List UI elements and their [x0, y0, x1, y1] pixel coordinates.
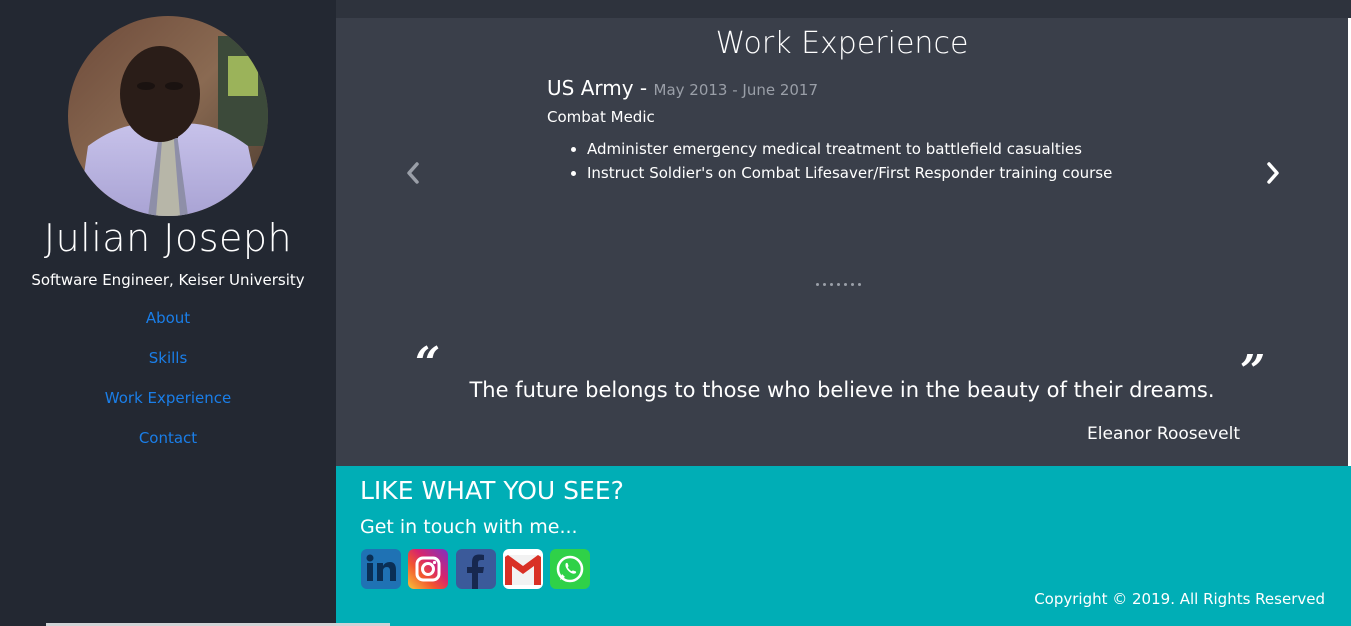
nav-work-experience[interactable]: Work Experience: [0, 389, 336, 407]
carousel-dot[interactable]: [844, 283, 847, 286]
sidebar: Julian Joseph Software Engineer, Keiser …: [0, 0, 336, 626]
whatsapp-icon[interactable]: [550, 549, 590, 589]
carousel-dot[interactable]: [830, 283, 833, 286]
carousel-prev-button[interactable]: [401, 158, 425, 188]
carousel-next-button[interactable]: [1261, 158, 1285, 188]
nav-contact[interactable]: Contact: [0, 429, 336, 447]
section-title: Work Experience: [715, 26, 969, 61]
nav-skills[interactable]: Skills: [0, 349, 336, 367]
job-dates: May 2013 - June 2017: [653, 81, 819, 99]
contact-heading: LIKE WHAT YOU SEE?: [360, 476, 624, 505]
profile-subtitle: Software Engineer, Keiser University: [31, 271, 305, 289]
avatar: [68, 16, 268, 216]
quote-author: Eleanor Roosevelt: [1087, 424, 1240, 444]
linkedin-icon[interactable]: [361, 549, 401, 589]
instagram-icon[interactable]: [408, 549, 448, 589]
carousel-dot[interactable]: [851, 283, 854, 286]
duty-item: Instruct Soldier's on Combat Lifesaver/F…: [587, 161, 1132, 185]
job-role: Combat Medic: [547, 108, 655, 126]
quote-text: The future belongs to those who believe …: [469, 378, 1215, 402]
carousel-dot[interactable]: [858, 283, 861, 286]
carousel-indicators: [816, 283, 861, 286]
top-strip: [336, 0, 1351, 18]
duties-list: Administer emergency medical treatment t…: [587, 137, 1132, 185]
job-separator: -: [633, 76, 654, 100]
job-organization: US Army - May 2013 - June 2017: [547, 76, 818, 100]
profile-name: Julian Joseph: [43, 216, 293, 260]
chevron-left-icon: [407, 162, 419, 184]
nav-about[interactable]: About: [0, 309, 336, 327]
copyright-text: Copyright © 2019. All Rights Reserved: [1034, 590, 1325, 608]
job-org-name: US Army: [547, 76, 634, 100]
gmail-icon[interactable]: [503, 549, 543, 589]
chevron-right-icon: [1267, 162, 1279, 184]
carousel-dot[interactable]: [823, 283, 826, 286]
duty-item: Administer emergency medical treatment t…: [587, 137, 1132, 161]
facebook-icon[interactable]: [456, 549, 496, 589]
contact-subheading: Get in touch with me...: [360, 516, 578, 538]
carousel-dot[interactable]: [837, 283, 840, 286]
carousel-dot[interactable]: [816, 283, 819, 286]
